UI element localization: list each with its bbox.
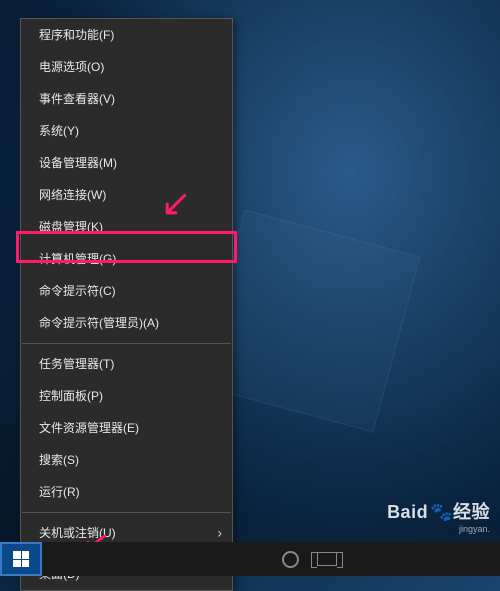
menu-item-run[interactable]: 运行(R) [21,476,232,508]
menu-item-task-manager[interactable]: 任务管理器(T) [21,348,232,380]
watermark-brand-text: Baid [387,502,428,522]
taskview-icon[interactable] [317,552,337,566]
menu-label: 程序和功能(F) [39,28,114,42]
watermark-suffix: 经验 [453,502,490,522]
menu-item-search[interactable]: 搜索(S) [21,444,232,476]
winx-context-menu: 程序和功能(F) 电源选项(O) 事件查看器(V) 系统(Y) 设备管理器(M)… [20,18,233,591]
watermark-sub: jingyan. [387,524,490,534]
menu-label: 计算机管理(G) [39,252,116,266]
menu-label: 命令提示符(管理员)(A) [39,316,159,330]
menu-item-command-prompt-admin[interactable]: 命令提示符(管理员)(A) [21,307,232,339]
menu-item-device-manager[interactable]: 设备管理器(M) [21,147,232,179]
menu-item-system[interactable]: 系统(Y) [21,115,232,147]
menu-item-computer-management[interactable]: 计算机管理(G) [21,243,232,275]
menu-label: 系统(Y) [39,124,79,138]
menu-separator [22,512,231,513]
paw-icon: 🐾 [430,502,453,523]
menu-item-command-prompt[interactable]: 命令提示符(C) [21,275,232,307]
menu-item-control-panel[interactable]: 控制面板(P) [21,380,232,412]
menu-label: 事件查看器(V) [39,92,115,106]
menu-label: 搜索(S) [39,453,79,467]
menu-item-power-options[interactable]: 电源选项(O) [21,51,232,83]
menu-item-programs-features[interactable]: 程序和功能(F) [21,19,232,51]
menu-item-file-explorer[interactable]: 文件资源管理器(E) [21,412,232,444]
menu-item-event-viewer[interactable]: 事件查看器(V) [21,83,232,115]
menu-item-network-connections[interactable]: 网络连接(W) [21,179,232,211]
menu-label: 任务管理器(T) [39,357,114,371]
menu-label: 运行(R) [39,485,80,499]
menu-label: 磁盘管理(K) [39,220,103,234]
start-button[interactable] [0,542,42,576]
menu-label: 文件资源管理器(E) [39,421,139,435]
menu-label: 设备管理器(M) [39,156,117,170]
menu-item-disk-management[interactable]: 磁盘管理(K) [21,211,232,243]
windows-logo-icon [13,551,29,567]
menu-label: 关机或注销(U) [39,526,116,540]
menu-label: 命令提示符(C) [39,284,116,298]
menu-separator [22,343,231,344]
menu-label: 网络连接(W) [39,188,106,202]
cortana-icon[interactable] [282,551,299,568]
menu-label: 控制面板(P) [39,389,103,403]
watermark-brand: Baid🐾经验 [387,498,490,524]
watermark: Baid🐾经验 jingyan. [387,498,490,534]
menu-label: 电源选项(O) [39,60,104,74]
taskbar [0,542,500,576]
